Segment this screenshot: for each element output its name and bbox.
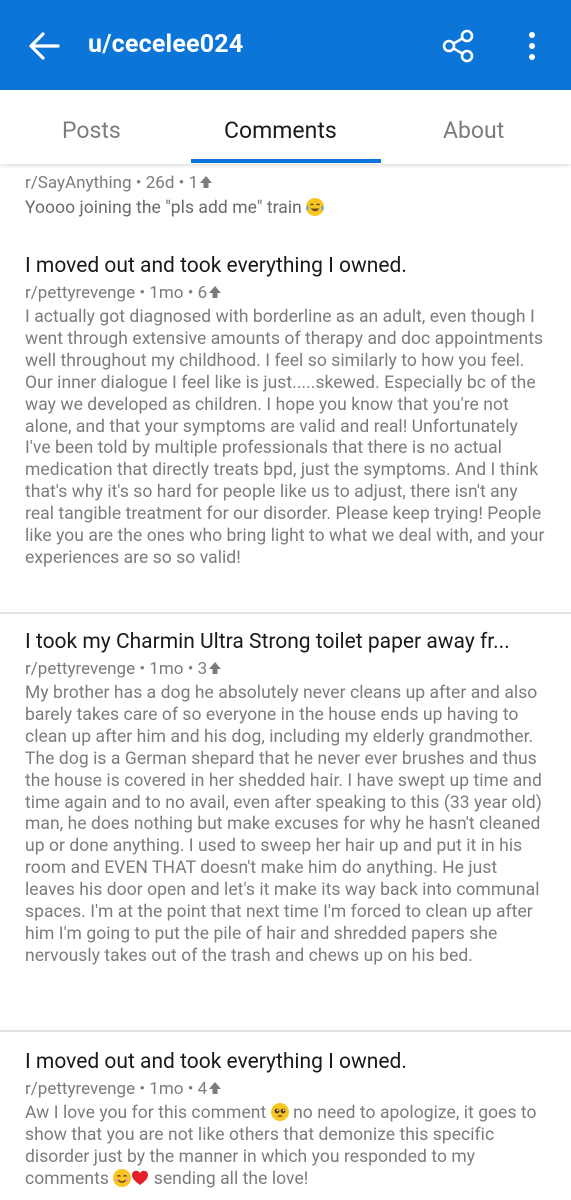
face-with-tears-of-joy-icon — [306, 198, 325, 216]
comment-card[interactable]: I moved out and took everything I owned.… — [0, 1032, 571, 1200]
meta-separator: • — [139, 659, 146, 679]
comment-meta: r/pettyrevenge • 1mo • 6 — [25, 282, 222, 304]
upvote-icon — [209, 662, 222, 674]
comment-age: 1mo — [149, 659, 184, 679]
comments-feed[interactable]: r/SayAnything • 26d • 1 Yoooo joining th… — [0, 164, 571, 1200]
comment-body: I actually got diagnosed with borderline… — [25, 307, 545, 568]
upvote-icon — [200, 176, 213, 188]
comment-meta: r/pettyrevenge • 1mo • 3 — [25, 658, 222, 680]
tab-posts[interactable]: Posts — [62, 116, 121, 146]
upvote-icon — [209, 1082, 222, 1094]
subreddit-link[interactable]: r/pettyrevenge — [25, 1079, 135, 1099]
comment-score: 1 — [188, 173, 199, 193]
back-arrow-icon[interactable] — [24, 26, 64, 66]
page-title: u/cecelee024 — [88, 30, 244, 59]
pleading-face-icon — [270, 1103, 289, 1121]
comment-card[interactable]: I took my Charmin Ultra Strong toilet pa… — [0, 614, 571, 1032]
more-vert-icon[interactable] — [517, 28, 547, 64]
active-tab-indicator — [191, 159, 381, 163]
subreddit-link[interactable]: r/pettyrevenge — [25, 659, 135, 679]
meta-separator: • — [187, 1079, 194, 1099]
tab-comments[interactable]: Comments — [224, 116, 337, 146]
app-bar: u/cecelee024 — [0, 0, 571, 90]
upvote-icon — [209, 286, 222, 298]
red-heart-icon — [132, 1170, 149, 1185]
profile-tabs: Posts Comments About — [0, 90, 571, 164]
comment-age: 1mo — [149, 283, 184, 303]
comment-card[interactable]: I moved out and took everything I owned.… — [0, 236, 571, 614]
comment-age: 1mo — [149, 1079, 184, 1099]
meta-separator: • — [178, 173, 185, 193]
meta-separator: • — [139, 283, 146, 303]
comment-body: Aw I love you for this comment no need t… — [25, 1103, 537, 1189]
comment-post-title: I moved out and took everything I owned. — [25, 254, 407, 278]
comment-score: 3 — [197, 659, 208, 679]
comment-post-title: I took my Charmin Ultra Strong toilet pa… — [25, 630, 510, 654]
comment-post-title: I moved out and took everything I owned. — [25, 1050, 407, 1074]
meta-separator: • — [139, 1079, 146, 1099]
smiling-face-icon — [113, 1168, 132, 1187]
subreddit-link[interactable]: r/SayAnything — [25, 173, 132, 193]
meta-separator: • — [187, 283, 194, 303]
comment-meta: r/SayAnything • 26d • 1 — [25, 172, 213, 194]
comment-body: Yoooo joining the "pls add me" train — [25, 198, 547, 220]
comment-meta: r/pettyrevenge • 1mo • 4 — [25, 1078, 222, 1100]
tab-about[interactable]: About — [443, 116, 504, 146]
comment-card[interactable]: r/SayAnything • 26d • 1 Yoooo joining th… — [0, 164, 571, 238]
meta-separator: • — [187, 659, 194, 679]
share-icon[interactable] — [440, 28, 476, 64]
comment-score: 4 — [197, 1079, 208, 1099]
comment-age: 26d — [145, 173, 175, 193]
subreddit-link[interactable]: r/pettyrevenge — [25, 283, 135, 303]
comment-score: 6 — [197, 283, 208, 303]
comment-body: My brother has a dog he absolutely never… — [25, 683, 542, 966]
meta-separator: • — [135, 173, 142, 193]
